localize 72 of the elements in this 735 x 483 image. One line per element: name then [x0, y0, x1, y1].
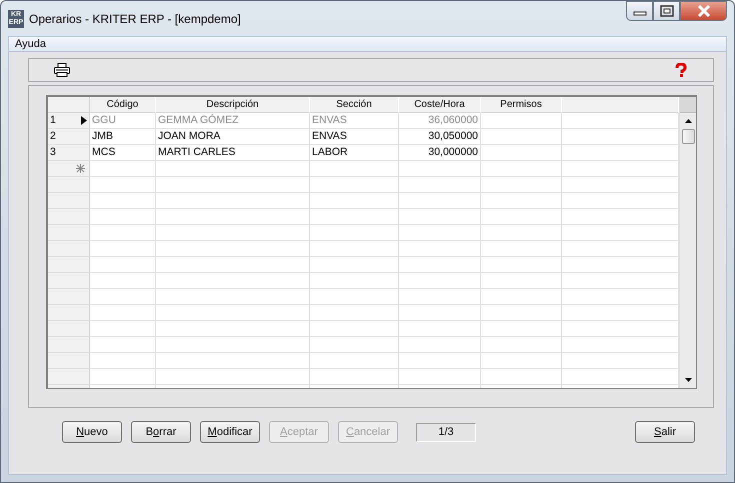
- row-header[interactable]: [48, 305, 90, 321]
- row-header[interactable]: [48, 193, 90, 209]
- table-cell: MCS: [90, 145, 156, 161]
- row-header[interactable]: [48, 321, 90, 337]
- scroll-down-icon[interactable]: [684, 378, 692, 382]
- table-cell: [90, 225, 156, 241]
- row-header[interactable]: [48, 225, 90, 241]
- table-cell: [90, 305, 156, 321]
- vertical-scrollbar[interactable]: [679, 97, 696, 388]
- table-cell: 36,060000: [399, 113, 481, 129]
- maximize-icon: [660, 5, 674, 17]
- table-cell: LABOR: [310, 145, 399, 161]
- record-counter: 1/3: [416, 422, 476, 442]
- close-button[interactable]: [680, 1, 727, 21]
- column-header[interactable]: Descripción: [156, 97, 310, 113]
- row-header[interactable]: 1: [48, 113, 90, 129]
- action-button[interactable]: Nuevo: [62, 421, 122, 443]
- table-cell: [90, 209, 156, 225]
- row-number: 3: [50, 146, 56, 158]
- row-header[interactable]: [48, 289, 90, 305]
- table-cell: 30,050000: [399, 129, 481, 145]
- scroll-thumb[interactable]: [682, 129, 694, 144]
- minimize-button[interactable]: [626, 1, 653, 21]
- table-cell: JOAN MORA: [156, 129, 310, 145]
- menu-item[interactable]: Ayuda: [15, 38, 46, 50]
- column-header[interactable]: Coste/Hora: [399, 97, 481, 113]
- row-header[interactable]: 3: [48, 145, 90, 161]
- table-cell: GEMMA GÓMEZ: [156, 113, 310, 129]
- action-button[interactable]: Modificar: [200, 421, 260, 443]
- action-button[interactable]: Borrar: [131, 421, 191, 443]
- table-cell: [90, 161, 156, 177]
- row-number: 2: [50, 130, 56, 142]
- printer-icon[interactable]: [54, 63, 70, 77]
- row-header[interactable]: 2: [48, 129, 90, 145]
- window-title: Operarios - KRITER ERP - [kempdemo]: [29, 12, 241, 26]
- scroll-up-icon[interactable]: [684, 119, 692, 123]
- row-header[interactable]: [48, 257, 90, 273]
- maximize-button[interactable]: [653, 1, 680, 21]
- table-cell: [90, 193, 156, 209]
- table-cell: [90, 369, 156, 385]
- table-cell: [90, 289, 156, 305]
- row-header[interactable]: [48, 369, 90, 385]
- row-header[interactable]: [48, 273, 90, 289]
- row-header[interactable]: [48, 353, 90, 369]
- row-header[interactable]: [48, 209, 90, 225]
- header-corner: [680, 97, 696, 113]
- table-cell: GGU: [90, 113, 156, 129]
- table-cell: JMB: [90, 129, 156, 145]
- table-cell: [90, 177, 156, 193]
- row-header[interactable]: [48, 241, 90, 257]
- table-cell: MARTI CARLES: [156, 145, 310, 161]
- table-cell: [90, 257, 156, 273]
- table-cell: [90, 337, 156, 353]
- row-header[interactable]: [48, 161, 90, 177]
- table-cell: [90, 353, 156, 369]
- row-header[interactable]: [48, 177, 90, 193]
- table-cell: ENVAS: [310, 129, 399, 145]
- row-number: 1: [50, 114, 56, 126]
- new-row-icon: [76, 164, 85, 173]
- column-header[interactable]: Código: [90, 97, 156, 113]
- help-icon[interactable]: [674, 63, 688, 77]
- column-header[interactable]: Sección: [310, 97, 399, 113]
- column-header[interactable]: Permisos: [481, 97, 562, 113]
- table-cell: [90, 273, 156, 289]
- close-icon: [696, 5, 712, 17]
- row-header[interactable]: [48, 337, 90, 353]
- row-header-corner: [48, 97, 90, 113]
- table-cell: ENVAS: [310, 113, 399, 129]
- exit-button[interactable]: Salir: [635, 421, 695, 443]
- table-cell: 30,000000: [399, 145, 481, 161]
- table-cell: [90, 321, 156, 337]
- table-cell: [90, 241, 156, 257]
